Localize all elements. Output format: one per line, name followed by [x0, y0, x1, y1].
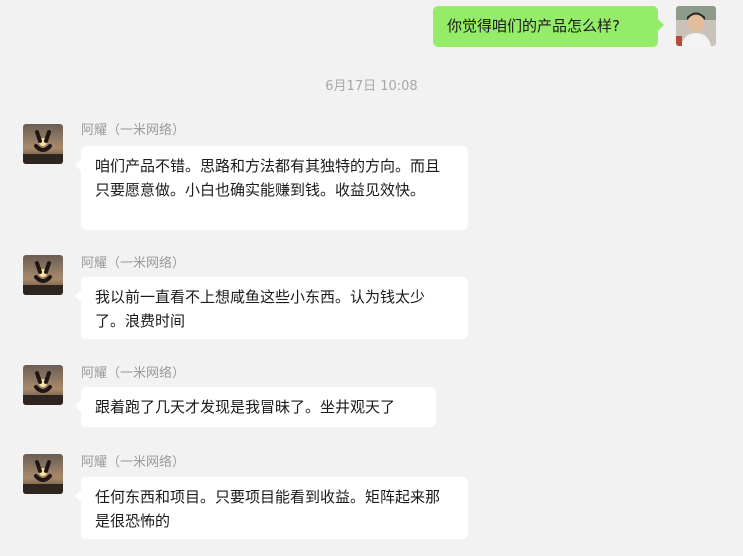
incoming-message-text: 我以前一直看不上想咸鱼这些小东西。认为钱太少了。浪费时间 [95, 288, 426, 330]
hand-sunset-photo-icon [23, 365, 63, 405]
incoming-message-text: 跟着跑了几天才发现是我冒昧了。坐井观天了 [95, 398, 396, 416]
hand-sunset-photo-icon [23, 454, 63, 494]
sender-name: 阿耀（一米网络） [81, 455, 186, 470]
sender-name: 阿耀（一米网络） [81, 123, 186, 138]
incoming-message-text: 咱们产品不错。思路和方法都有其独特的方向。而且只要愿意做。小白也确实能赚到钱。收… [95, 157, 441, 199]
hand-sunset-photo-icon [23, 124, 63, 164]
contact-avatar[interactable] [23, 255, 63, 295]
contact-avatar[interactable] [23, 454, 63, 494]
sender-name: 阿耀（一米网络） [81, 366, 186, 381]
incoming-message-bubble[interactable]: 跟着跑了几天才发现是我冒昧了。坐井观天了 [75, 387, 436, 427]
contact-avatar[interactable] [23, 124, 63, 164]
user-photo-icon [676, 6, 716, 46]
outgoing-message-bubble[interactable]: 你觉得咱们的产品怎么样? [433, 6, 664, 47]
incoming-message-text: 任何东西和项目。只要项目能看到收益。矩阵起来那是很恐怖的 [95, 488, 441, 530]
self-avatar[interactable] [676, 6, 716, 46]
sender-name: 阿耀（一米网络） [81, 256, 186, 271]
incoming-message-bubble[interactable]: 咱们产品不错。思路和方法都有其独特的方向。而且只要愿意做。小白也确实能赚到钱。收… [75, 146, 468, 230]
hand-sunset-photo-icon [23, 255, 63, 295]
chat-timestamp: 6月17日 10:08 [325, 79, 418, 94]
incoming-message-bubble[interactable]: 任何东西和项目。只要项目能看到收益。矩阵起来那是很恐怖的 [75, 477, 468, 539]
incoming-message-bubble[interactable]: 我以前一直看不上想咸鱼这些小东西。认为钱太少了。浪费时间 [75, 277, 468, 339]
contact-avatar[interactable] [23, 365, 63, 405]
outgoing-message-text: 你觉得咱们的产品怎么样? [447, 17, 620, 35]
